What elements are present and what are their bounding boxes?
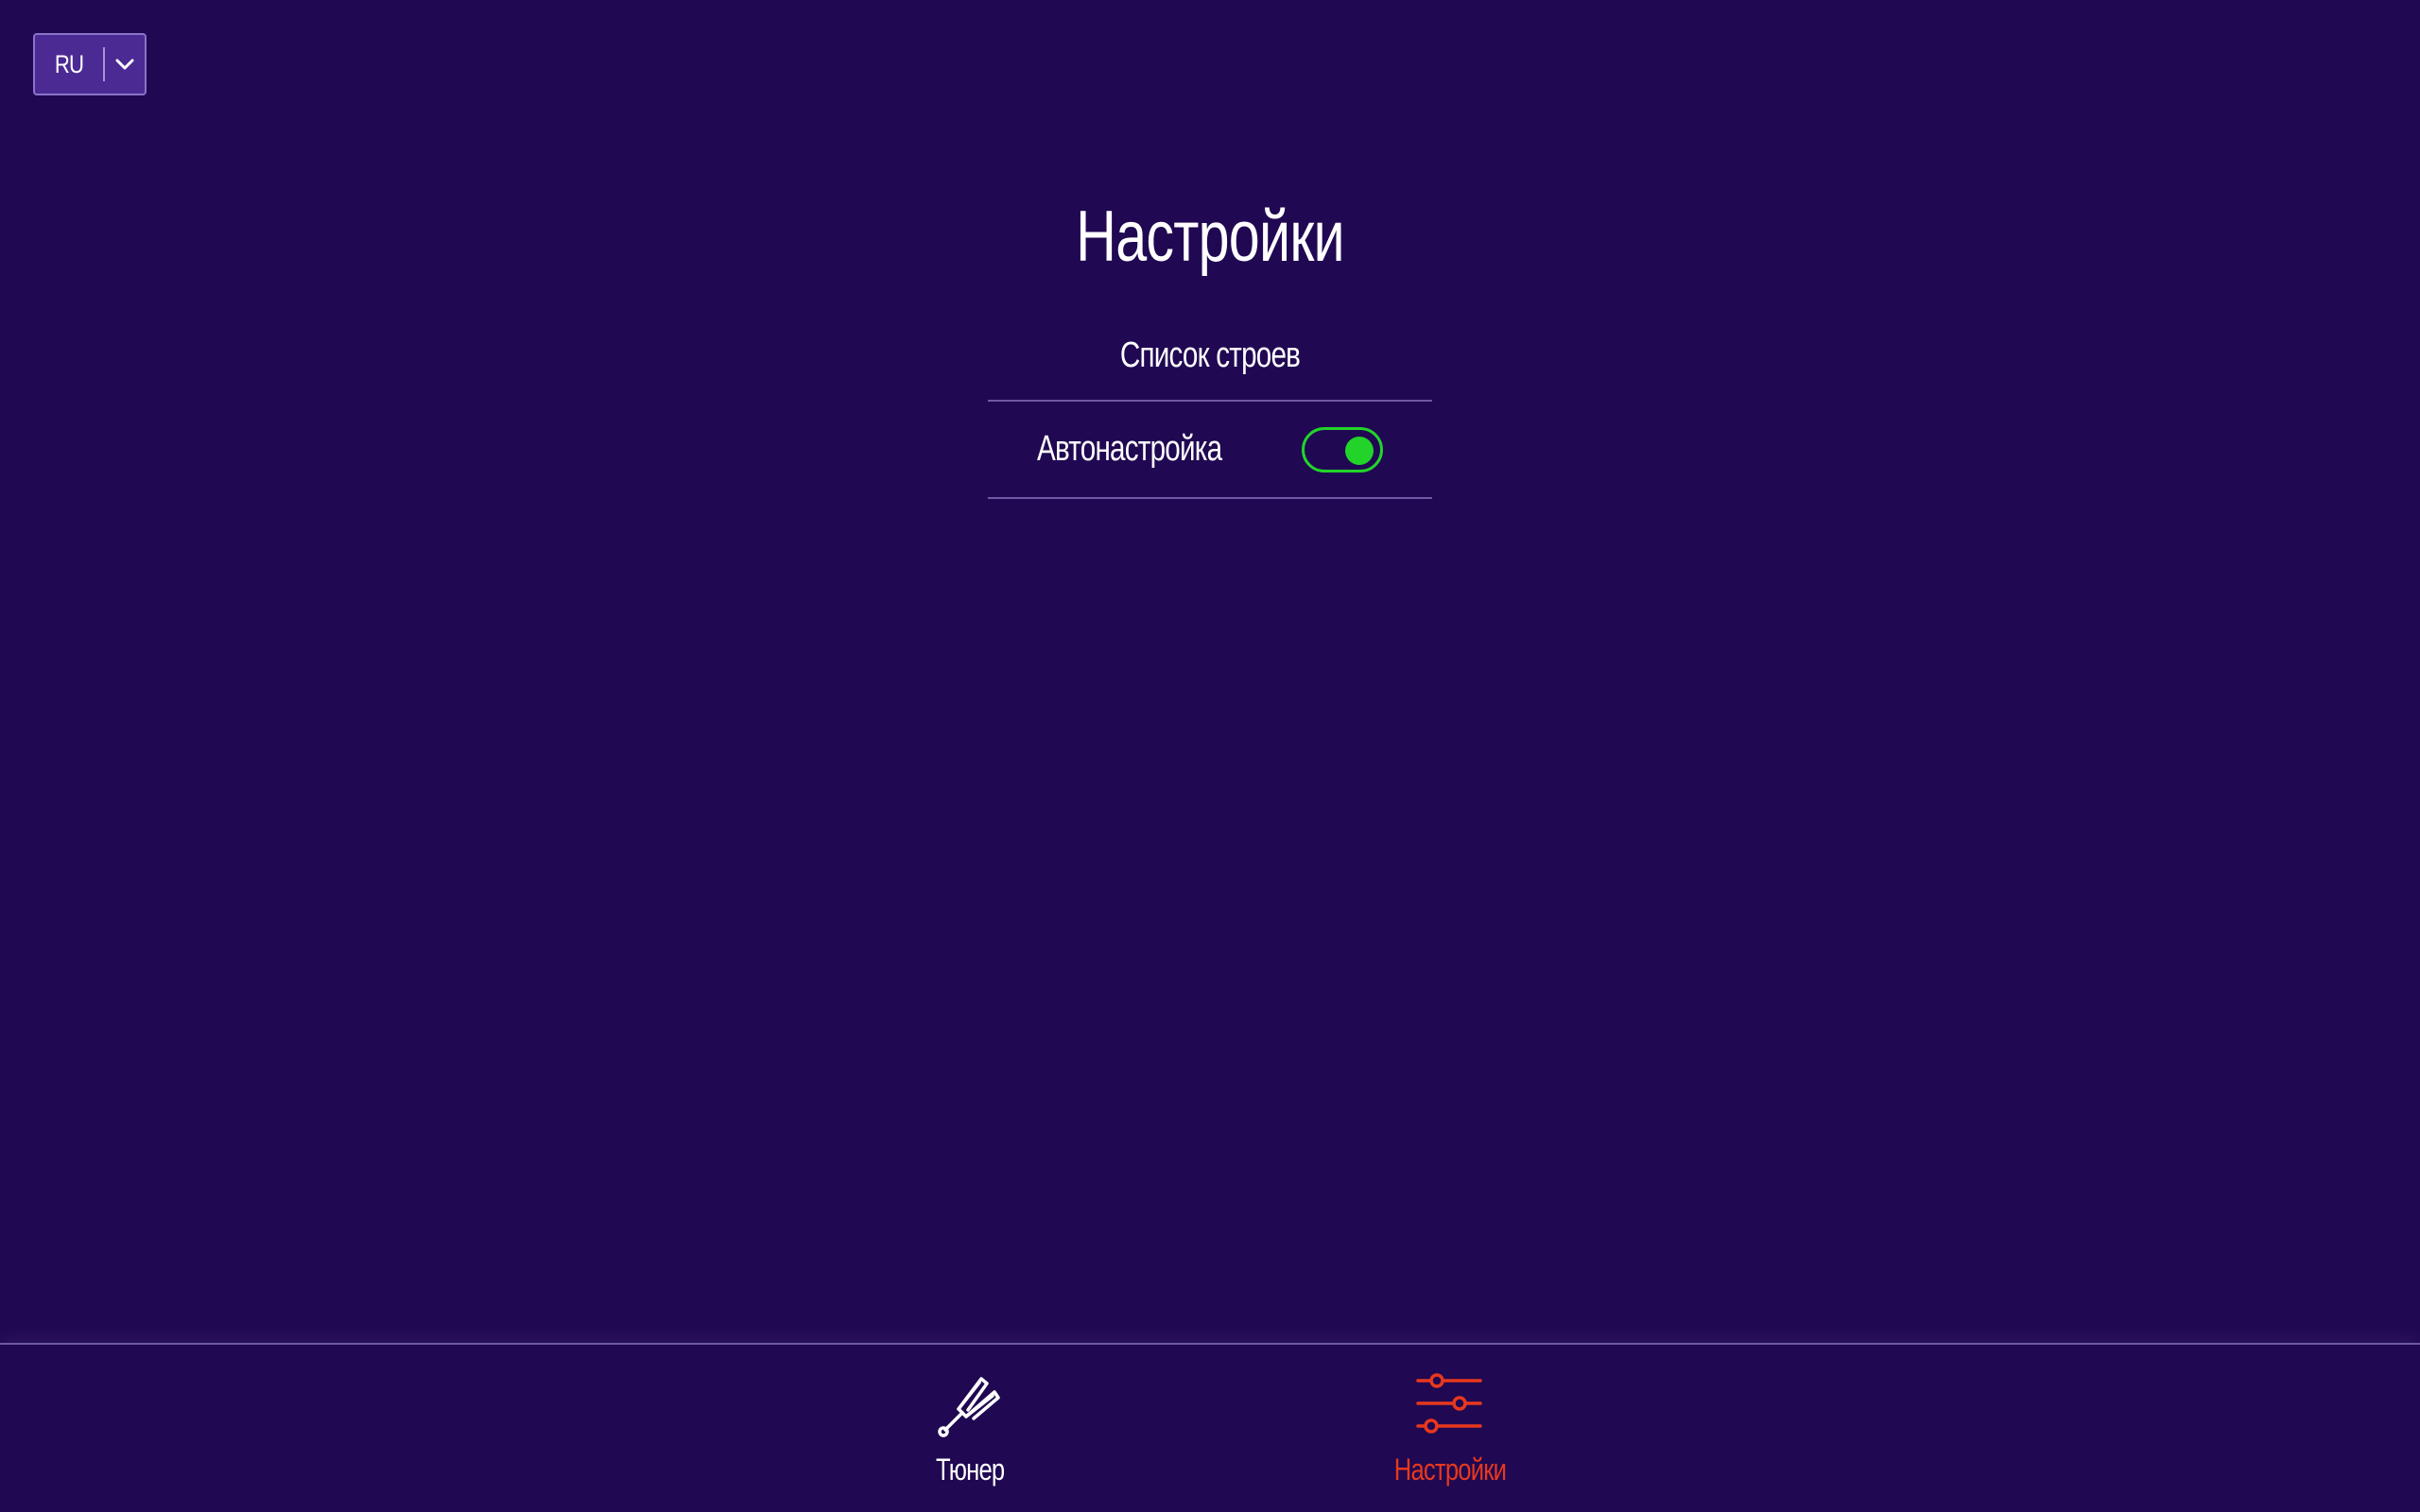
autotune-toggle[interactable] — [1302, 426, 1383, 472]
tunings-list-item[interactable]: Список строев — [988, 312, 1432, 402]
nav-label-settings: Настройки — [1393, 1452, 1507, 1486]
language-selector[interactable]: RU — [33, 33, 147, 95]
page-title: Настройки — [1076, 197, 1344, 277]
sliders-icon — [1416, 1373, 1482, 1434]
autotune-row: Автонастройка — [988, 402, 1432, 499]
settings-list: Список строев Автонастройка — [988, 312, 1432, 499]
toggle-knob — [1345, 436, 1374, 465]
nav-label-tuner: Тюнер — [935, 1452, 1005, 1486]
chevron-down-icon[interactable] — [105, 35, 145, 94]
bottom-navigation: Тюнер Настройки — [0, 1343, 2420, 1512]
language-value: RU — [54, 49, 84, 78]
autotune-label: Автонастройка — [1037, 429, 1222, 469]
nav-item-tuner[interactable]: Тюнер — [875, 1366, 1064, 1507]
nav-item-settings[interactable]: Настройки — [1356, 1366, 1545, 1507]
tunings-list-label: Список строев — [1119, 335, 1301, 375]
tuning-fork-icon — [938, 1377, 1000, 1437]
app-root: RU Настройки Список строев Автонастройка — [0, 0, 2420, 1512]
